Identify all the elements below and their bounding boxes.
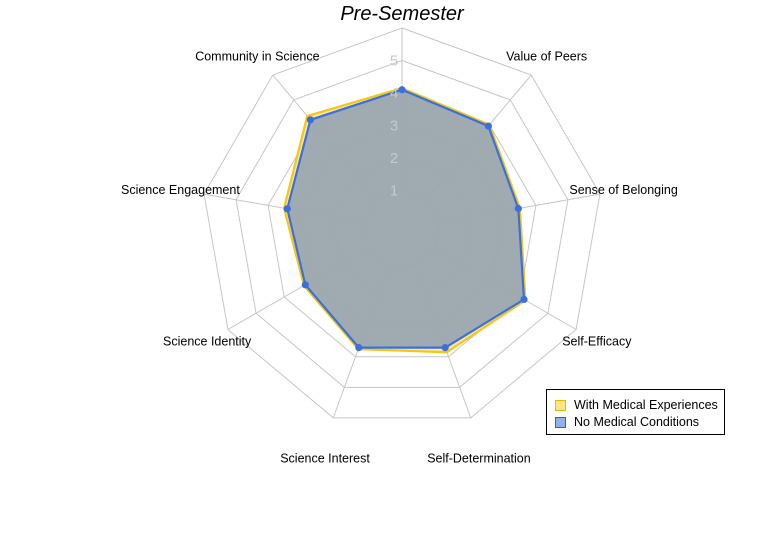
axis-label: Science Engagement xyxy=(121,183,240,197)
axis-label: Value of Peers xyxy=(506,50,587,64)
tick-label: 3 xyxy=(390,118,398,135)
legend-item-no-medical: No Medical Conditions xyxy=(555,414,699,430)
tick-label: 4 xyxy=(390,85,398,102)
chart-title: Pre-Semester xyxy=(340,3,465,25)
legend-swatch-no-medical xyxy=(555,416,566,428)
data-point xyxy=(514,204,522,213)
data-point xyxy=(398,86,406,94)
data-point xyxy=(301,281,309,289)
tick-label: 2 xyxy=(390,150,398,167)
chart-legend: With Medical Experiences No Medical Cond… xyxy=(546,389,725,435)
radar-chart: Pre-Semester 12345 Career MotivationValu… xyxy=(121,3,678,465)
axis-label: Self-Efficacy xyxy=(562,335,632,349)
radar-series xyxy=(282,86,528,354)
tick-label: 5 xyxy=(390,53,398,70)
data-point xyxy=(484,122,492,130)
tick-label: 1 xyxy=(390,183,398,200)
data-point xyxy=(283,205,291,213)
axis-label: Science Interest xyxy=(280,451,370,465)
axis-label: Science Identity xyxy=(163,335,252,349)
legend-label: With Medical Experiences xyxy=(574,398,718,412)
legend-item-with-medical: With Medical Experiences xyxy=(555,397,718,413)
legend-swatch-with-medical xyxy=(555,399,566,411)
data-point xyxy=(441,344,449,352)
axis-label: Community in Science xyxy=(195,50,319,64)
data-point xyxy=(520,295,528,304)
axis-label: Self-Determination xyxy=(427,451,531,465)
axis-label: Sense of Belonging xyxy=(569,183,677,197)
data-point xyxy=(306,116,315,124)
data-point xyxy=(355,344,363,352)
legend-label: No Medical Conditions xyxy=(574,415,700,429)
